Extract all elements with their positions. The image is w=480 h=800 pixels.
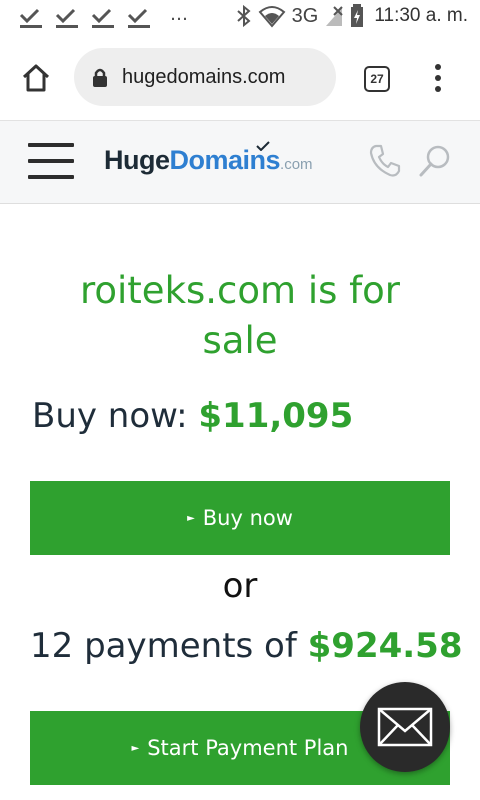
signal-icon	[326, 6, 344, 26]
download-done-icon	[127, 8, 150, 28]
overflow-menu-icon[interactable]	[428, 62, 448, 94]
buy-now-button-label: Buy now	[202, 506, 293, 530]
download-done-icon	[19, 8, 42, 28]
contact-email-button[interactable]	[360, 682, 450, 772]
logo-check-icon	[256, 141, 270, 151]
address-bar[interactable]: hugedomains.com	[74, 48, 336, 106]
site-logo[interactable]: HugeDomains.com	[104, 141, 313, 185]
page-title: roiteks.com is for sale	[79, 269, 401, 362]
lock-icon	[93, 68, 107, 87]
buy-now-price-line: Buy now: $11,095	[32, 396, 353, 436]
clock: 11:30 a. m.	[374, 5, 468, 26]
buy-now-button[interactable]: ► Buy now	[30, 481, 450, 555]
start-payment-plan-label: Start Payment Plan	[147, 736, 349, 760]
download-done-icon	[91, 8, 114, 28]
hamburger-menu-icon[interactable]	[28, 141, 76, 181]
buy-now-price: $11,095	[198, 396, 354, 436]
wifi-icon	[258, 6, 286, 28]
browser-toolbar: hugedomains.com 27	[0, 36, 480, 120]
bluetooth-icon	[236, 4, 251, 28]
logo-com-text: .com	[280, 156, 313, 173]
play-arrow-icon: ►	[131, 742, 140, 754]
site-header: HugeDomains.com	[0, 120, 480, 204]
tab-switcher-button[interactable]: 27	[364, 66, 390, 92]
buy-now-label: Buy now:	[32, 396, 199, 436]
system-icons: 3G 11:30 a. m.	[236, 4, 468, 28]
logo-huge-text: Huge	[104, 145, 170, 175]
download-done-icon	[55, 8, 78, 28]
more-notifications-icon: …	[170, 4, 189, 25]
payments-label: 12 payments of	[30, 626, 308, 666]
home-icon[interactable]	[20, 62, 52, 94]
payment-plan-price-line: 12 payments of $924.58	[30, 626, 463, 666]
network-type-label: 3G	[291, 4, 319, 27]
url-text[interactable]: hugedomains.com	[122, 66, 285, 89]
payments-price: $924.58	[307, 626, 463, 666]
phone-icon[interactable]	[368, 143, 402, 179]
or-separator: or	[222, 566, 258, 606]
status-bar: … 3G 11:30 a. m.	[0, 0, 480, 36]
envelope-icon	[377, 707, 433, 747]
search-icon[interactable]	[418, 143, 452, 179]
notification-area	[18, 6, 152, 30]
battery-charging-icon	[351, 4, 364, 27]
play-arrow-icon: ►	[187, 512, 195, 524]
